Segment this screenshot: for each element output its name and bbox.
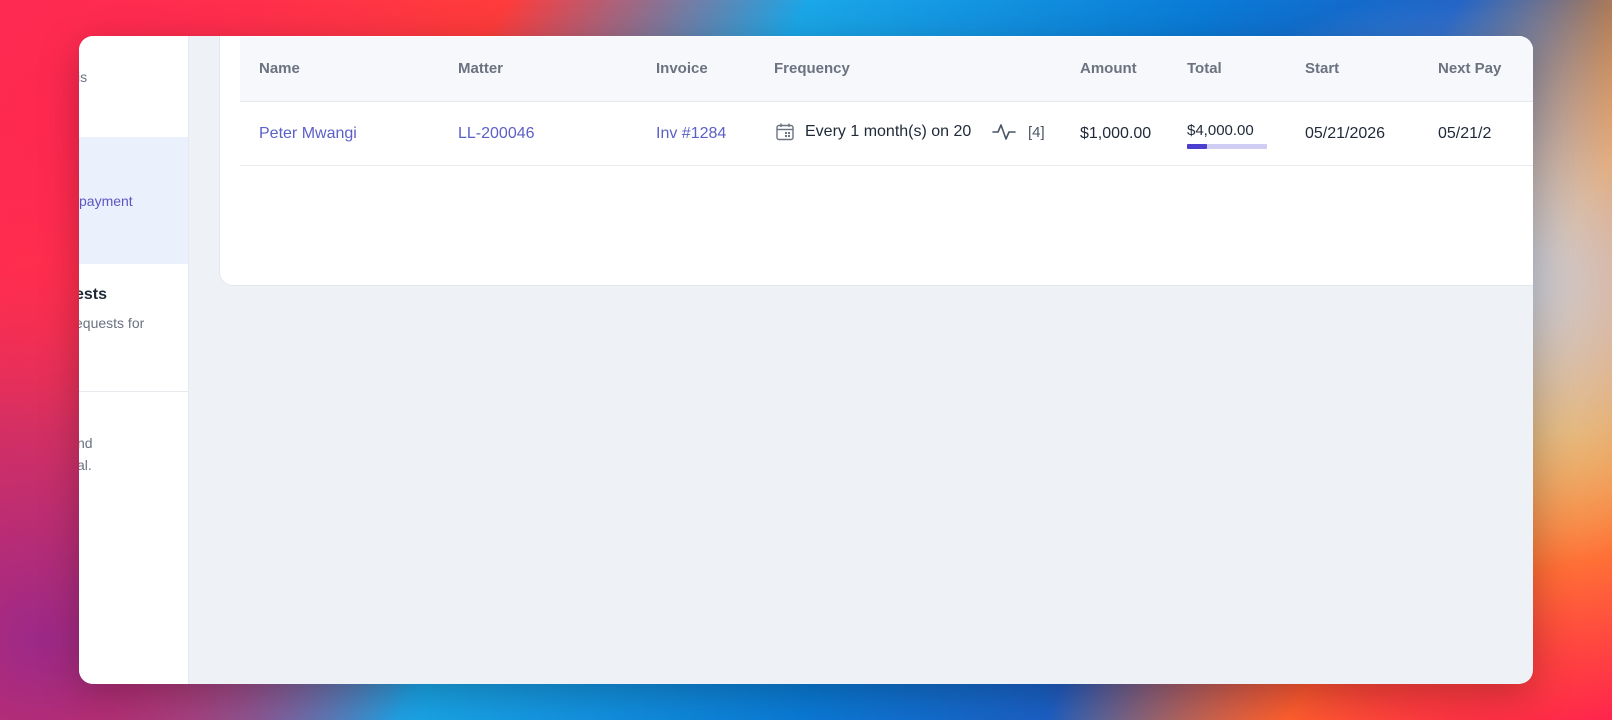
column-header-name[interactable]: Name (259, 37, 300, 101)
recurring-payments-card: Name Matter Invoice Frequency Amount Tot… (219, 36, 1533, 286)
sidebar-item-desc-line-2: al. (79, 457, 92, 473)
column-header-invoice[interactable]: Invoice (656, 37, 708, 101)
sidebar-item-title: ests (79, 286, 108, 303)
sidebar-item-requests[interactable]: ests equests for (79, 264, 188, 392)
column-header-start[interactable]: Start (1305, 37, 1339, 101)
amount-value: $1,000.00 (1080, 125, 1152, 142)
column-header-total[interactable]: Total (1187, 37, 1222, 101)
next-payment-date: 05/21/2 (1438, 125, 1492, 142)
sidebar-item-desc-line-1: nd (79, 435, 93, 451)
frequency-text: Every 1 month(s) on 20 (805, 123, 972, 140)
matter-link[interactable]: LL-200046 (458, 102, 535, 165)
sidebar-item-desc: payment (79, 193, 133, 209)
payments-count-cell[interactable]: [4] (992, 122, 1045, 142)
invoice-link[interactable]: Inv #1284 (656, 102, 726, 165)
table-header: Name Matter Invoice Frequency Amount Tot… (240, 37, 1533, 102)
column-header-amount[interactable]: Amount (1080, 37, 1137, 101)
table-row[interactable]: Peter Mwangi LL-200046 Inv #1284 Every 1… (240, 102, 1533, 166)
sidebar: is payment ests equests for nd al. (79, 36, 189, 684)
column-header-frequency[interactable]: Frequency (774, 37, 850, 101)
total-cell: $4,000.00 (1187, 122, 1267, 149)
total-value: $4,000.00 (1187, 122, 1254, 139)
app-window: is payment ests equests for nd al. Name … (79, 36, 1533, 684)
sidebar-item-desc: equests for (79, 315, 145, 331)
total-progress-bar (1187, 144, 1267, 149)
column-header-next-payment[interactable]: Next Pay (1438, 37, 1501, 101)
frequency-cell: Every 1 month(s) on 20 (775, 122, 971, 142)
payments-count: [4] (1028, 123, 1045, 141)
start-date: 05/21/2026 (1305, 125, 1386, 142)
activity-pulse-icon (992, 122, 1016, 142)
client-name-link[interactable]: Peter Mwangi (259, 102, 357, 165)
column-header-matter[interactable]: Matter (458, 37, 503, 101)
total-progress-fill (1187, 144, 1207, 149)
sidebar-item-4[interactable]: nd al. (79, 392, 188, 542)
sidebar-item-desc: is (79, 69, 88, 85)
sidebar-item-payment[interactable]: payment (79, 137, 188, 264)
calendar-icon (775, 122, 795, 142)
sidebar-item-1[interactable]: is (79, 36, 188, 137)
